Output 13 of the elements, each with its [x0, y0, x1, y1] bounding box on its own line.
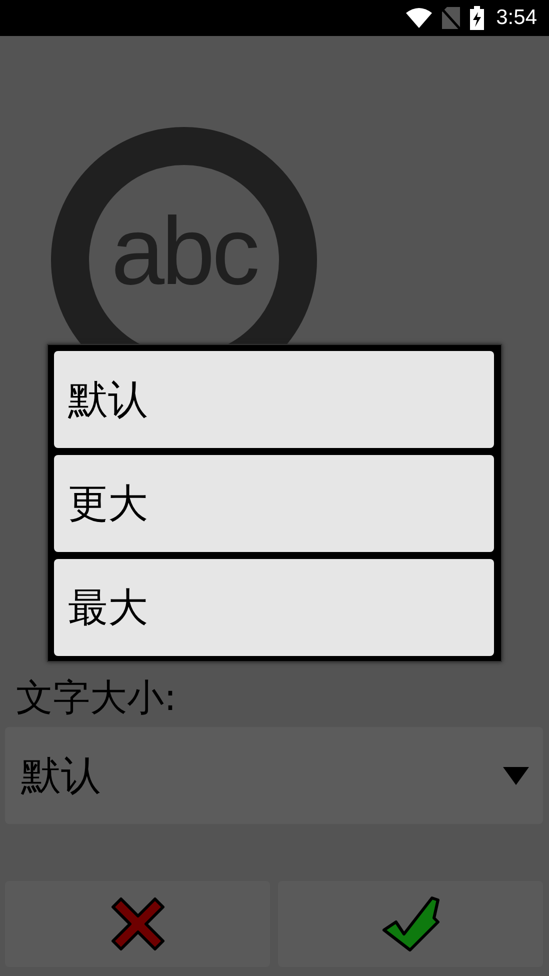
option-item[interactable]: 默认 — [54, 351, 494, 448]
wifi-icon — [406, 8, 432, 28]
cross-icon — [110, 897, 164, 951]
text-size-label: 文字大小: — [16, 676, 176, 720]
checkmark-icon — [382, 896, 440, 952]
battery-charging-icon — [470, 6, 484, 30]
cancel-button[interactable] — [5, 881, 270, 967]
option-item[interactable]: 最大 — [54, 559, 494, 656]
confirm-button[interactable] — [278, 881, 543, 967]
option-item[interactable]: 更大 — [54, 455, 494, 552]
clock-time: 3:54 — [496, 6, 537, 30]
no-sim-icon — [442, 7, 460, 29]
dropdown-arrow-icon — [503, 766, 529, 784]
